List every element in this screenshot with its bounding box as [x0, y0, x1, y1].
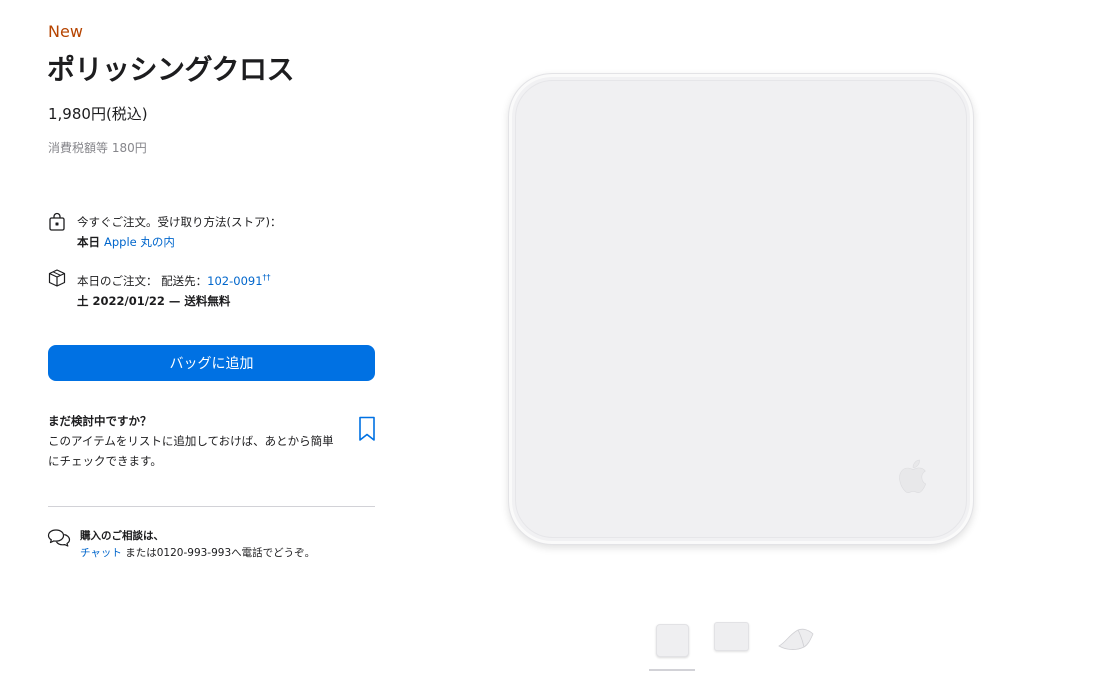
chat-link[interactable]: チャット: [80, 547, 122, 559]
save-for-later-heading: まだ検討中ですか？: [48, 414, 152, 428]
pickup-info: 今すぐご注文。受け取り方法(ストア)： 本日 Apple 丸の内: [47, 212, 281, 252]
help-heading: 購入のご相談は、: [80, 530, 164, 542]
delivery-date: 土 2022/01/22 — 送料無料: [77, 293, 231, 308]
save-for-later-body-line1: このアイテムをリストに追加しておけば、あとから簡単: [48, 434, 334, 448]
save-for-later-section: まだ検討中ですか？ このアイテムをリストに追加しておけば、あとから簡単 にチェッ…: [48, 411, 348, 471]
help-phone-text: または0120-993-993へ電話でどうぞ。: [125, 547, 316, 559]
new-badge: New: [48, 22, 83, 41]
tax-note: 消費税額等 180円: [48, 141, 147, 155]
delivery-prefix: 本日のご注文： 配送先：: [77, 273, 208, 288]
pickup-line: 今すぐご注文。受け取り方法(ストア)：: [77, 215, 282, 229]
add-to-bag-button[interactable]: バッグに追加: [48, 345, 375, 381]
store-link[interactable]: Apple 丸の内: [104, 235, 175, 249]
thumbnail-strip: [648, 616, 828, 676]
help-section: 購入のご相談は、 チャット または0120-993-993へ電話でどうぞ。: [80, 528, 315, 562]
product-image: [508, 73, 974, 545]
pickup-details: 本日 Apple 丸の内: [77, 232, 281, 252]
apple-logo-icon: [899, 459, 927, 494]
delivery-line: 本日のご注文： 配送先：102-0091††: [77, 268, 271, 291]
thumbnail-front[interactable]: [656, 624, 689, 657]
help-line: チャット または0120-993-993へ電話でどうぞ。: [80, 545, 315, 562]
box-icon: [48, 269, 66, 287]
product-price: 1,980円(税込): [48, 105, 148, 123]
product-title: ポリッシングクロス: [47, 53, 294, 86]
thumbnail-flat[interactable]: [714, 622, 749, 651]
thumbnail-folded[interactable]: [776, 624, 816, 652]
postal-footnote-mark: ††: [262, 273, 271, 282]
chat-bubbles-icon: [47, 529, 71, 547]
selected-thumbnail-indicator: [649, 669, 695, 671]
postal-code-link[interactable]: 102-0091: [207, 274, 262, 288]
bookmark-icon[interactable]: [358, 416, 376, 442]
delivery-info: 本日のご注文： 配送先：102-0091†† 土 2022/01/22 — 送料…: [47, 268, 271, 311]
pickup-when: 本日: [77, 235, 100, 249]
save-for-later-body-line2: にチェックできます。: [48, 454, 162, 468]
shopping-bag-icon: [49, 212, 65, 231]
divider: [48, 506, 375, 507]
